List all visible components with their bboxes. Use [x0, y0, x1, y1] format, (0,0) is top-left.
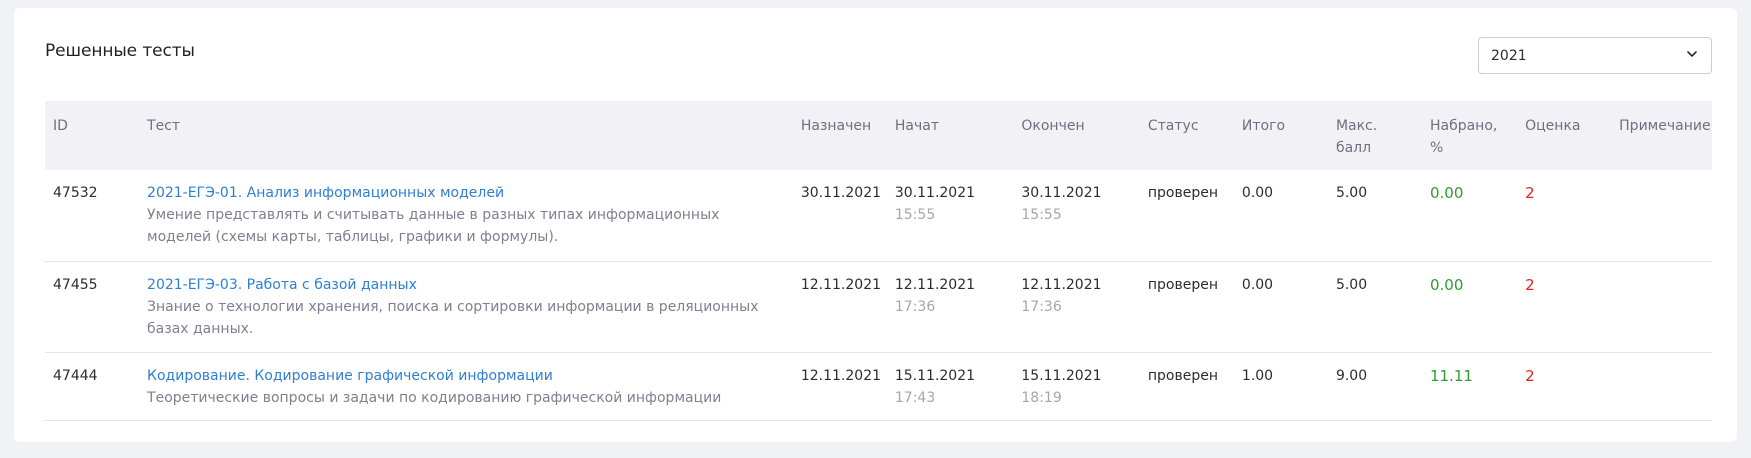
cell-assigned: 12.11.2021 — [792, 352, 887, 421]
test-link[interactable]: 2021-ЕГЭ-03. Работа с базой данных — [147, 277, 417, 293]
cell-test: Кодирование. Кодирование графической инф… — [139, 352, 793, 421]
finished-date: 30.11.2021 — [1021, 185, 1102, 201]
cell-note — [1611, 261, 1712, 353]
cell-grade: 2 — [1517, 352, 1612, 421]
col-header-test[interactable]: Тест — [139, 101, 793, 170]
results-table: ID Тест Назначен Начат Окончен Статус Ит… — [45, 101, 1712, 421]
test-description: Теоретические вопросы и задачи по кодиро… — [147, 389, 722, 406]
cell-total: 1.00 — [1233, 352, 1328, 421]
col-header-finished[interactable]: Окончен — [1013, 101, 1140, 170]
finished-time: 17:36 — [1021, 298, 1062, 315]
started-time: 17:36 — [894, 298, 936, 315]
finished-date: 12.11.2021 — [1021, 276, 1102, 293]
cell-max: 5.00 — [1327, 170, 1422, 262]
finished-time: 15:55 — [1021, 207, 1062, 223]
table-header-row: ID Тест Назначен Начат Окончен Статус Ит… — [45, 101, 1712, 170]
test-link[interactable]: 2021-ЕГЭ-01. Анализ информационных модел… — [147, 185, 504, 201]
table-row: 47532 2021-ЕГЭ-01. Анализ информационных… — [45, 170, 1712, 262]
year-select[interactable]: 2021 — [1478, 37, 1712, 74]
finished-date: 15.11.2021 — [1021, 367, 1102, 384]
cell-grade: 2 — [1517, 170, 1612, 262]
cell-finished: 12.11.2021 17:36 — [1013, 261, 1140, 353]
test-link[interactable]: Кодирование. Кодирование графической инф… — [147, 368, 553, 384]
cell-note — [1611, 170, 1712, 262]
cell-assigned: 12.11.2021 — [792, 261, 887, 353]
chevron-down-icon — [1685, 47, 1699, 65]
col-header-grade[interactable]: Оценка — [1517, 101, 1611, 170]
solved-tests-card: Решенные тесты 2021 ID Тест Назначен Нач… — [14, 8, 1737, 442]
cell-id: 47444 — [45, 352, 140, 421]
col-header-percent[interactable]: Набрано, % — [1422, 101, 1517, 170]
cell-total: 0.00 — [1233, 170, 1328, 262]
cell-started: 12.11.2021 17:36 — [886, 261, 1014, 353]
table-row: 47455 2021-ЕГЭ-03. Работа с базой данных… — [45, 261, 1712, 353]
cell-percent: 11.11 — [1421, 352, 1518, 421]
col-header-status[interactable]: Статус — [1140, 101, 1234, 170]
cell-finished: 30.11.2021 15:55 — [1013, 170, 1140, 262]
cell-status: проверен — [1139, 170, 1234, 262]
started-date: 12.11.2021 — [894, 276, 976, 293]
cell-test: 2021-ЕГЭ-01. Анализ информационных модел… — [139, 170, 793, 262]
test-description: Знание о технологии хранения, поиска и с… — [147, 298, 759, 337]
cell-max: 9.00 — [1327, 352, 1422, 421]
cell-id: 47532 — [45, 170, 140, 262]
cell-started: 30.11.2021 15:55 — [886, 170, 1014, 262]
col-header-max[interactable]: Макс. балл — [1328, 101, 1422, 170]
started-time: 15:55 — [894, 207, 936, 223]
cell-assigned: 30.11.2021 — [792, 170, 887, 262]
cell-id: 47455 — [45, 261, 140, 353]
cell-status: проверен — [1139, 352, 1234, 421]
year-select-value: 2021 — [1491, 47, 1527, 64]
col-header-id[interactable]: ID — [45, 101, 139, 170]
col-header-note[interactable]: Примечание — [1611, 101, 1712, 170]
started-date: 30.11.2021 — [894, 185, 976, 201]
cell-max: 5.00 — [1327, 261, 1422, 353]
cell-percent: 0.00 — [1421, 170, 1518, 262]
cell-finished: 15.11.2021 18:19 — [1013, 352, 1140, 421]
cell-total: 0.00 — [1233, 261, 1328, 353]
cell-started: 15.11.2021 17:43 — [886, 352, 1014, 421]
started-date: 15.11.2021 — [894, 367, 976, 384]
test-description: Умение представлять и считывать данные в… — [147, 207, 720, 245]
finished-time: 18:19 — [1021, 389, 1062, 406]
col-header-started[interactable]: Начат — [887, 101, 1014, 170]
col-header-total[interactable]: Итого — [1234, 101, 1328, 170]
table-row: 47444 Кодирование. Кодирование графическ… — [45, 352, 1712, 421]
col-header-assigned[interactable]: Назначен — [793, 101, 887, 170]
cell-test: 2021-ЕГЭ-03. Работа с базой данных Знани… — [139, 261, 793, 353]
cell-status: проверен — [1139, 261, 1234, 353]
cell-percent: 0.00 — [1421, 261, 1518, 353]
started-time: 17:43 — [894, 389, 936, 406]
page-title: Решенные тесты — [45, 41, 195, 61]
cell-grade: 2 — [1517, 261, 1612, 353]
cell-note — [1611, 352, 1712, 421]
